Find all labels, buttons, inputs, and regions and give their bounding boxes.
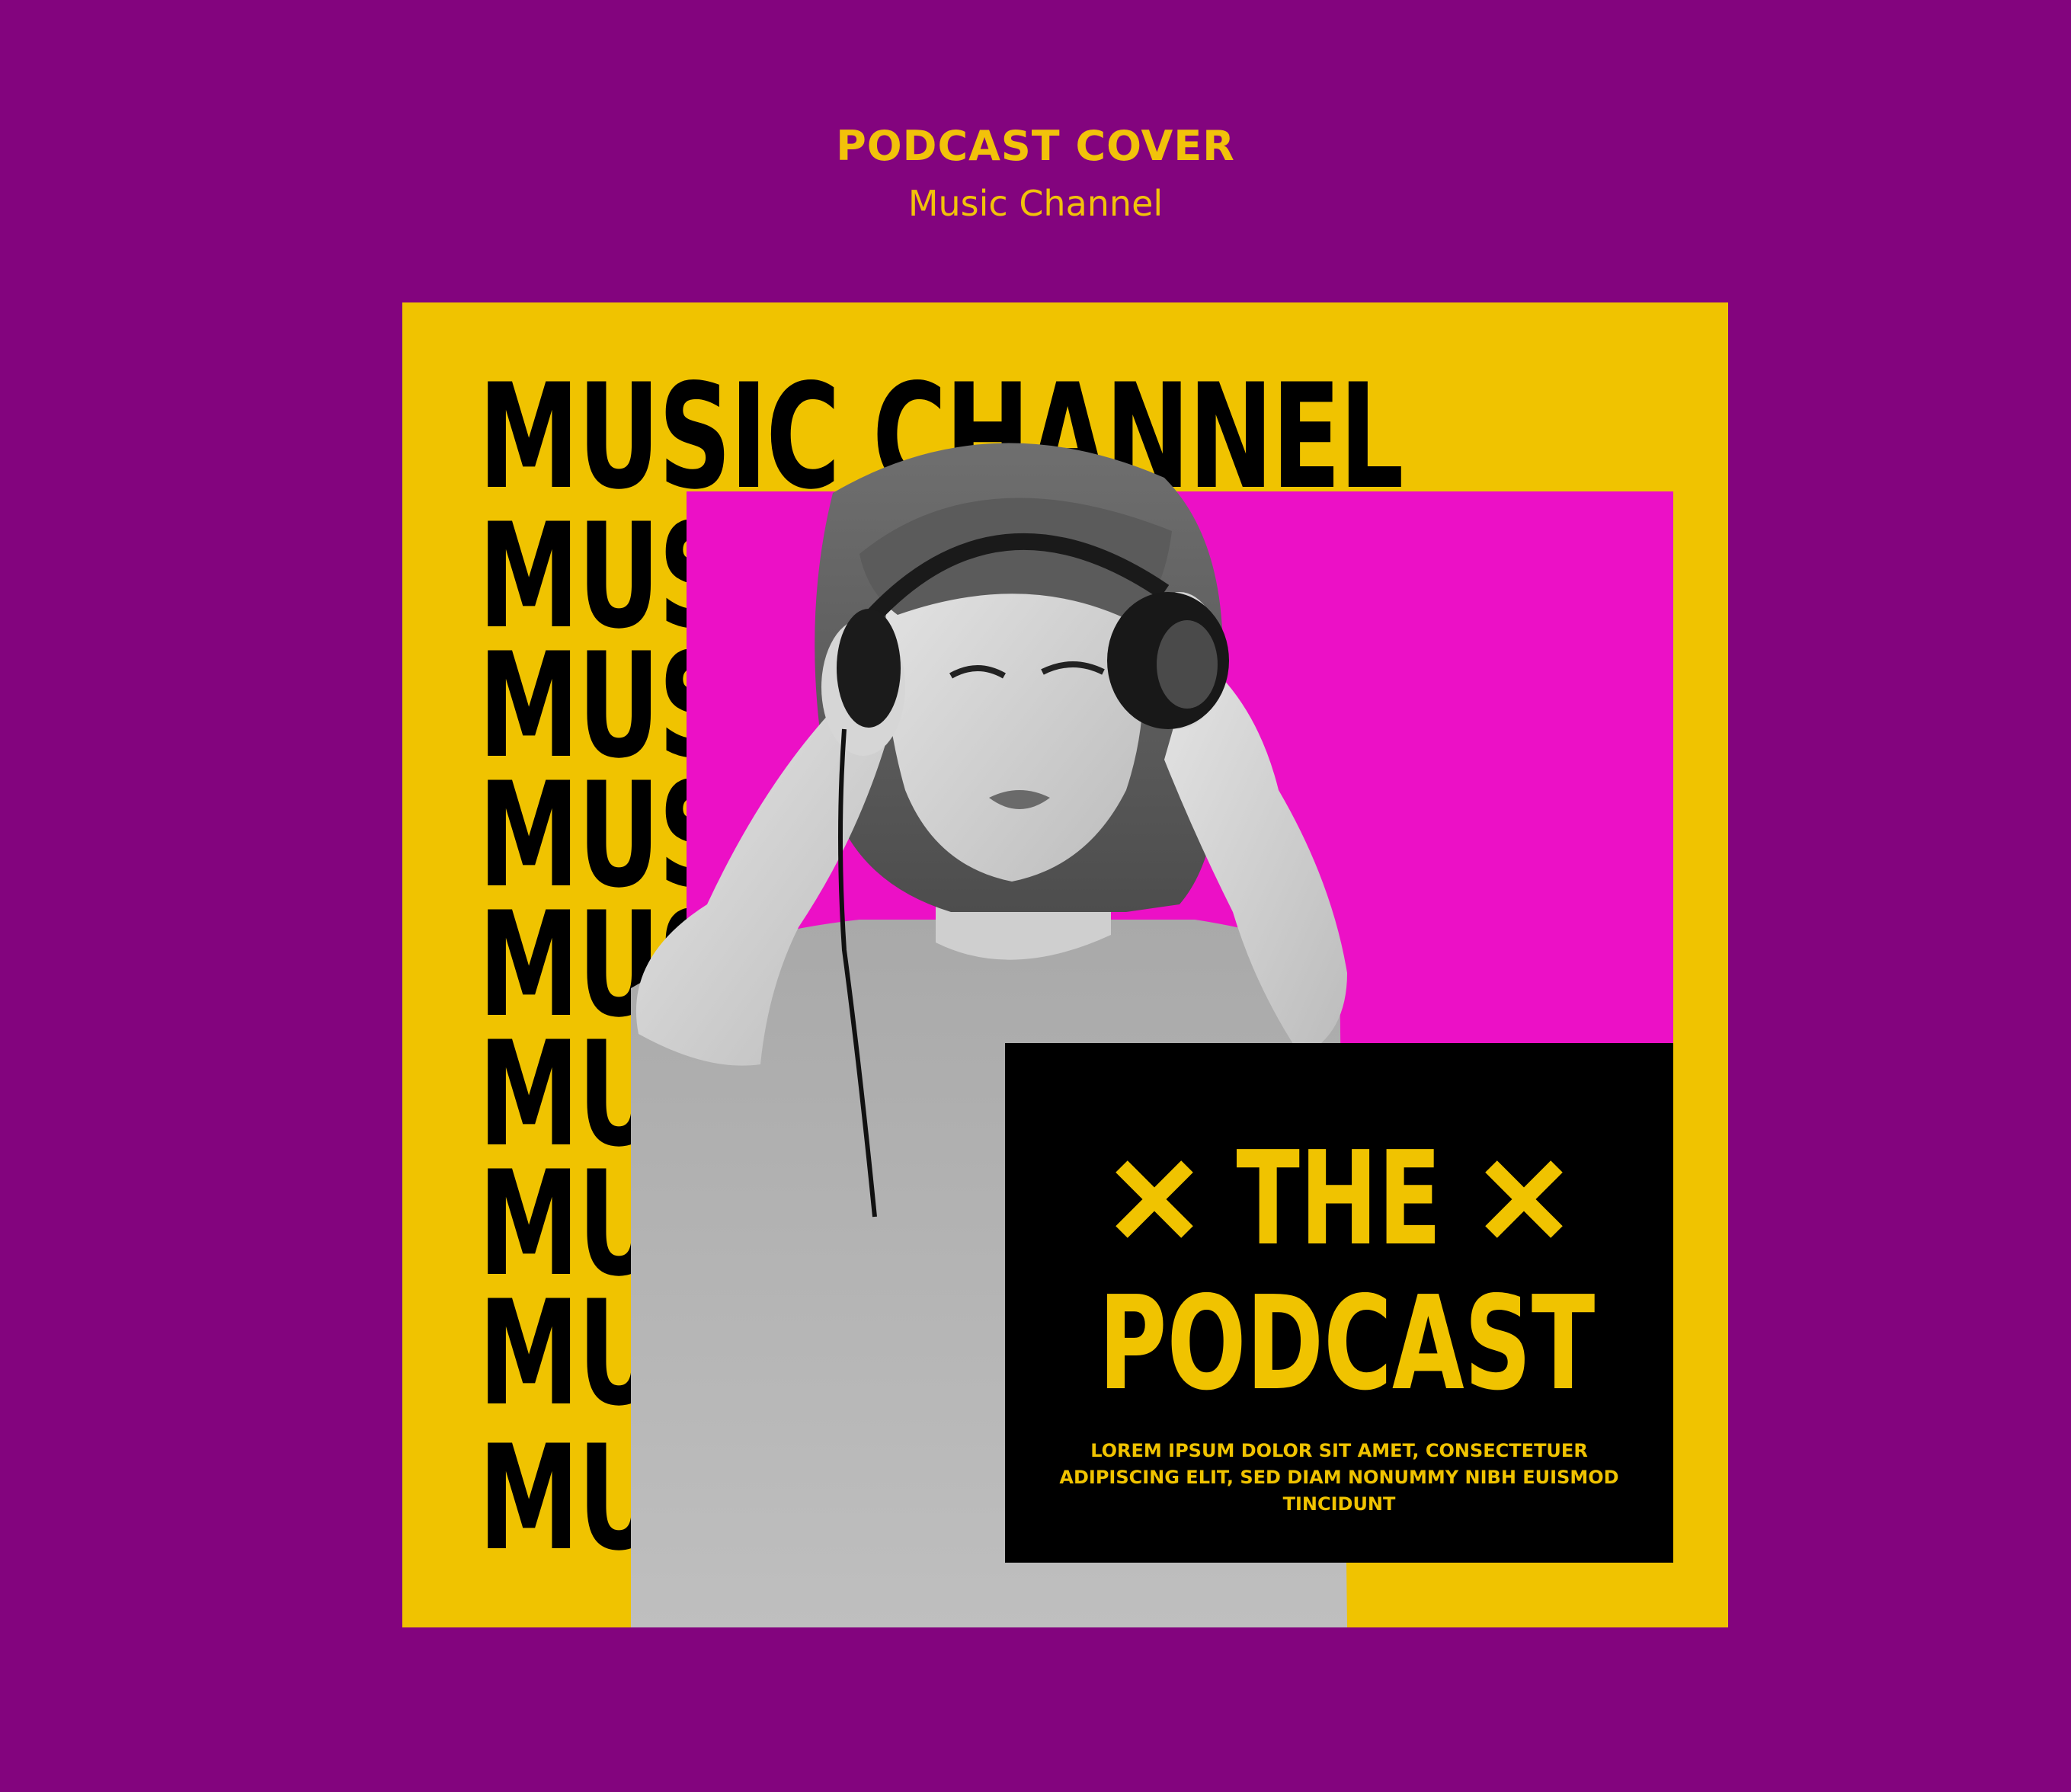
page-subtitle: Music Channel bbox=[907, 183, 1164, 224]
podcast-heading: PODCAST bbox=[1098, 1269, 1596, 1419]
podcast-title-panel: THE PODCAST LOREM IPSUM DOLOR SIT AMET, … bbox=[1005, 1043, 1673, 1563]
podcast-description: LOREM IPSUM DOLOR SIT AMET, CONSECTETUER… bbox=[1059, 1440, 1619, 1515]
x-icon bbox=[1116, 1160, 1194, 1238]
podcast-cover: MUSIC CHANNEL MUS MUS MUS MUS MUS MUS MU… bbox=[402, 302, 1728, 1627]
x-icon bbox=[1484, 1160, 1563, 1238]
the-heading: THE bbox=[1236, 1124, 1442, 1275]
page-title: PODCAST COVER bbox=[836, 122, 1235, 170]
the-heading-row: THE bbox=[1005, 1134, 1673, 1264]
